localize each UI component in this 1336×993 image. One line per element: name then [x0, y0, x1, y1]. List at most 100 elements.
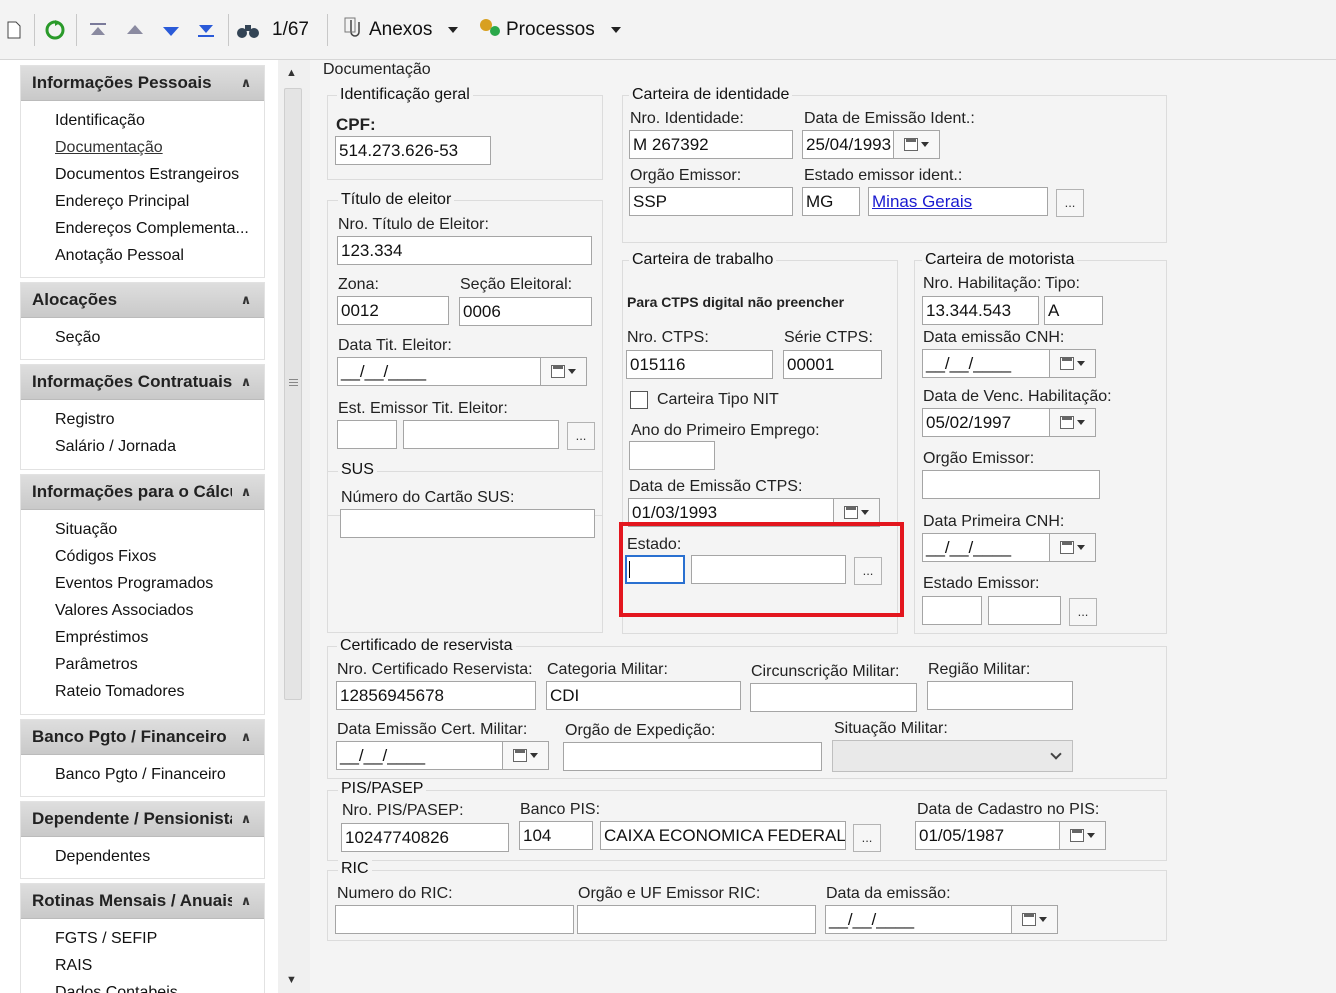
collapse-icon[interactable]: ∧	[236, 372, 256, 392]
sidebar-item-fgts-sefip[interactable]: FGTS / SEFIP	[55, 925, 264, 952]
sidebar-item-dados-contabeis[interactable]: Dados Contabeis	[55, 979, 264, 993]
sidebar-item-documentos-estrangeiros[interactable]: Documentos Estrangeiros	[55, 161, 264, 188]
lookup-button[interactable]: ...	[1069, 598, 1097, 626]
regiao-militar-input[interactable]	[927, 681, 1073, 710]
sidebar-item-dependentes[interactable]: Dependentes	[55, 843, 264, 870]
calendar-button[interactable]	[894, 130, 940, 159]
data-emissao-ident-input[interactable]: 25/04/1993	[802, 130, 894, 159]
collapse-icon[interactable]: ∧	[236, 727, 256, 747]
lookup-button[interactable]: ...	[853, 824, 881, 852]
orgao-emissor-cnh-input[interactable]	[922, 470, 1100, 499]
calendar-button[interactable]	[1060, 821, 1106, 850]
sidebar-item-situacao[interactable]: Situação	[55, 516, 264, 543]
last-record-icon[interactable]	[196, 14, 216, 46]
categoria-militar-input[interactable]: CDI	[546, 681, 741, 710]
sidebar-item-rateio-tomadores[interactable]: Rateio Tomadores	[55, 678, 264, 705]
processes-button[interactable]: Processos	[478, 14, 621, 46]
sidebar-item-documentacao[interactable]: Documentação	[55, 134, 264, 161]
circunscricao-militar-input[interactable]	[750, 683, 917, 712]
nro-titulo-input[interactable]: 123.334	[337, 236, 592, 265]
collapse-icon[interactable]: ∧	[236, 482, 256, 502]
sidebar-item-valores-associados[interactable]: Valores Associados	[55, 597, 264, 624]
lookup-button[interactable]: ...	[567, 422, 595, 450]
sidebar-scrollbar[interactable]: ▲ ▼	[281, 62, 305, 992]
calendar-button[interactable]	[1050, 533, 1096, 562]
sidebar-item-parametros[interactable]: Parâmetros	[55, 651, 264, 678]
sidebar-item-registro[interactable]: Registro	[55, 406, 264, 433]
sidebar-item-endereco-principal[interactable]: Endereço Principal	[55, 188, 264, 215]
previous-record-icon[interactable]	[125, 14, 145, 46]
scroll-down-icon[interactable]: ▼	[286, 974, 297, 986]
nro-habilitacao-input[interactable]: 13.344.543	[922, 296, 1039, 325]
section-header[interactable]: Alocações ∧	[21, 283, 264, 318]
numero-ric-input[interactable]	[335, 905, 574, 934]
calendar-button[interactable]	[1012, 905, 1058, 934]
binoculars-icon[interactable]	[236, 14, 260, 46]
new-record-icon[interactable]	[6, 14, 22, 46]
orgao-emissor-ident-input[interactable]: SSP	[629, 187, 793, 216]
banco-pis-codigo-input[interactable]: 104	[519, 821, 593, 850]
nro-certificado-reservista-input[interactable]: 12856945678	[336, 681, 536, 710]
scroll-up-icon[interactable]: ▲	[286, 67, 297, 79]
sidebar-item-salario-jornada[interactable]: Salário / Jornada	[55, 433, 264, 460]
est-emissor-titulo-nome-input[interactable]	[403, 420, 559, 449]
data-emissao-cnh-input[interactable]: __/__/____	[922, 349, 1050, 378]
secao-eleitoral-input[interactable]: 0006	[459, 297, 592, 326]
est-emissor-titulo-uf-input[interactable]	[337, 420, 397, 449]
sidebar-item-enderecos-complementares[interactable]: Endereços Complementa...	[55, 215, 264, 242]
carteira-nit-checkbox[interactable]	[630, 391, 648, 409]
tipo-habilitacao-input[interactable]: A	[1044, 296, 1103, 325]
next-record-icon[interactable]	[161, 14, 181, 46]
collapse-icon[interactable]: ∧	[236, 891, 256, 911]
sidebar-item-anotacao-pessoal[interactable]: Anotação Pessoal	[55, 242, 264, 269]
section-header[interactable]: Banco Pgto / Financeiro ∧	[21, 720, 264, 755]
data-emissao-ric-input[interactable]: __/__/____	[825, 905, 1012, 934]
section-header[interactable]: Informações Pessoais ∧	[21, 66, 264, 101]
sus-numero-input[interactable]	[340, 509, 595, 538]
orgao-expedicao-input[interactable]	[563, 742, 822, 771]
estado-emissor-ident-link[interactable]: Minas Gerais	[872, 192, 972, 211]
collapse-icon[interactable]: ∧	[236, 73, 256, 93]
situacao-militar-select[interactable]	[832, 740, 1073, 772]
estado-emissor-ident-nome-input[interactable]: Minas Gerais	[868, 187, 1048, 216]
sidebar-item-identificacao[interactable]: Identificação	[55, 107, 264, 134]
first-record-icon[interactable]	[88, 14, 108, 46]
estado-emissor-cnh-uf-input[interactable]	[922, 596, 982, 625]
calendar-button[interactable]	[541, 357, 587, 386]
sidebar-item-eventos-programados[interactable]: Eventos Programados	[55, 570, 264, 597]
section-header[interactable]: Rotinas Mensais / Anuais ∧	[21, 884, 264, 919]
section-header[interactable]: Dependente / Pensionista ∧	[21, 802, 264, 837]
estado-emissor-ident-uf-input[interactable]: MG	[802, 187, 860, 216]
data-cadastro-pis-input[interactable]: 01/05/1987	[915, 821, 1060, 850]
sidebar-item-banco-pgto[interactable]: Banco Pgto / Financeiro	[55, 761, 264, 788]
refresh-icon[interactable]	[44, 14, 66, 46]
data-venc-habilitacao-input[interactable]: 05/02/1997	[922, 408, 1050, 437]
data-emissao-cert-militar-input[interactable]: __/__/____	[336, 741, 503, 770]
calendar-button[interactable]	[503, 741, 549, 770]
attachments-button[interactable]: Anexos	[343, 14, 459, 46]
nro-identidade-input[interactable]: M 267392	[629, 130, 793, 159]
orgao-uf-emissor-ric-input[interactable]	[577, 905, 816, 934]
banco-pis-nome-input[interactable]: CAIXA ECONOMICA FEDERAL	[600, 821, 846, 850]
sidebar-item-secao[interactable]: Seção	[55, 324, 264, 351]
scrollbar-thumb[interactable]	[284, 88, 302, 700]
calendar-button[interactable]	[1050, 408, 1096, 437]
estado-emissor-cnh-nome-input[interactable]	[988, 596, 1061, 625]
section-header[interactable]: Informações Contratuais ∧	[21, 365, 264, 400]
cpf-input[interactable]: 514.273.626-53	[335, 136, 491, 165]
serie-ctps-input[interactable]: 00001	[783, 350, 882, 379]
collapse-icon[interactable]: ∧	[236, 290, 256, 310]
sidebar-item-emprestimos[interactable]: Empréstimos	[55, 624, 264, 651]
lookup-button[interactable]: ...	[1056, 189, 1084, 217]
sidebar-item-rais[interactable]: RAIS	[55, 952, 264, 979]
zona-input[interactable]: 0012	[337, 296, 449, 325]
data-primeira-cnh-input[interactable]: __/__/____	[922, 533, 1050, 562]
sidebar-item-codigos-fixos[interactable]: Códigos Fixos	[55, 543, 264, 570]
data-titulo-input[interactable]: __/__/____	[337, 357, 541, 386]
section-header[interactable]: Informações para o Cálculo∧	[21, 475, 264, 510]
collapse-icon[interactable]: ∧	[236, 809, 256, 829]
nro-ctps-input[interactable]: 015116	[626, 350, 773, 379]
ano-primeiro-emprego-input[interactable]	[629, 441, 715, 470]
calendar-button[interactable]	[1050, 349, 1096, 378]
nro-pis-input[interactable]: 10247740826	[341, 823, 509, 852]
